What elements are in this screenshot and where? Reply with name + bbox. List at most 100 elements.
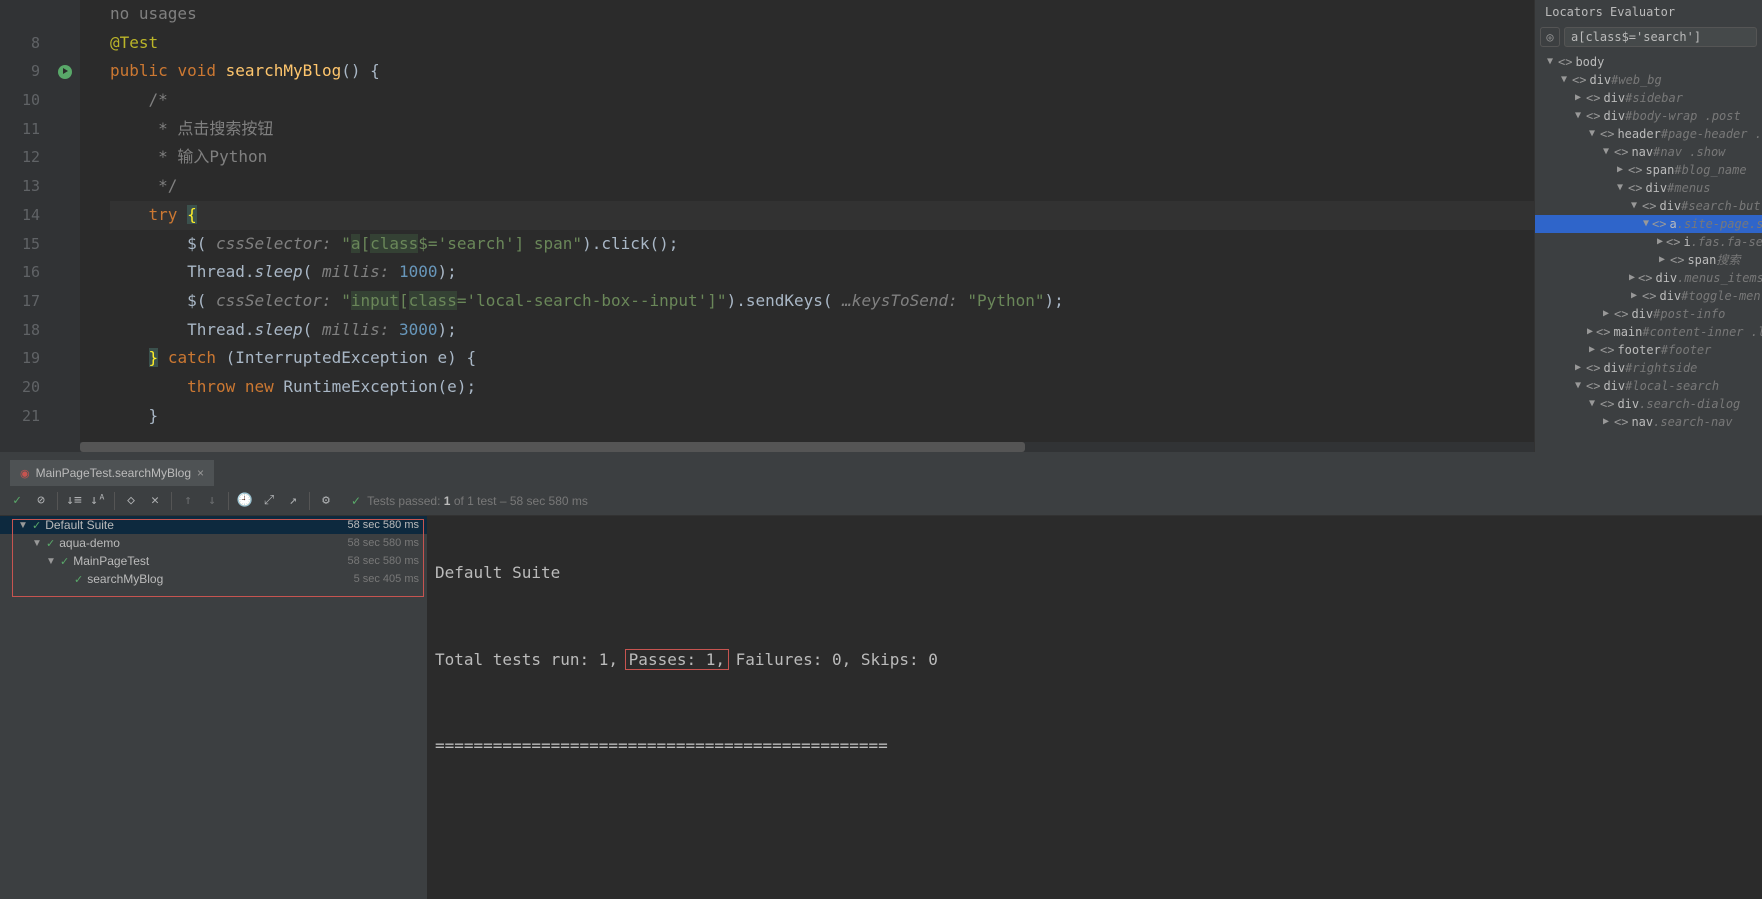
tag-icon: <> [1652, 215, 1666, 233]
tree-row[interactable]: ▼<>div #local-search [1535, 377, 1762, 395]
tag-selector: #page-header . [1661, 125, 1762, 143]
tag-name: div [1603, 359, 1625, 377]
prev-icon[interactable]: ↑ [177, 490, 199, 512]
str: " [572, 234, 582, 253]
test-time: 58 sec 580 ms [347, 555, 419, 567]
tree-row[interactable]: ▶<>nav .search-nav [1535, 413, 1762, 431]
tree-row[interactable]: ▼<>a .site-page.so [1535, 215, 1762, 233]
test-tree-row[interactable]: ✓searchMyBlog5 sec 405 ms [0, 570, 427, 588]
tree-row[interactable]: ▶<>div #post-info [1535, 305, 1762, 323]
locator-search-input[interactable] [1564, 27, 1757, 47]
test-tree-row[interactable]: ▼✓MainPageTest58 sec 580 ms [0, 552, 427, 570]
settings-icon[interactable]: ⚙ [315, 490, 337, 512]
collapse-icon[interactable]: ✕ [144, 490, 166, 512]
chevron-down-icon: ▼ [18, 520, 28, 531]
tree-row[interactable]: ▼<>div #menus [1535, 179, 1762, 197]
tree-row[interactable]: ▼<>div .search-dialog [1535, 395, 1762, 413]
param-hint: cssSelector: [216, 234, 332, 253]
run-tab[interactable]: ◉ MainPageTest.searchMyBlog × [10, 460, 214, 486]
code: ).sendKeys( [727, 291, 833, 310]
test-tree-row[interactable]: ▼✓aqua-demo58 sec 580 ms [0, 534, 427, 552]
tag-selector: #toggle-men [1681, 287, 1760, 305]
str: "Python" [967, 291, 1044, 310]
locator-target-icon[interactable]: ◎ [1540, 27, 1560, 47]
tree-row[interactable]: ▶<>div #sidebar [1535, 89, 1762, 107]
test-time: 58 sec 580 ms [347, 537, 419, 549]
history-icon[interactable]: 🕘 [234, 490, 256, 512]
tag-name: div [1631, 305, 1653, 323]
run-tab-bar: ◉ MainPageTest.searchMyBlog × [0, 456, 1762, 486]
tag-name: span [1645, 161, 1674, 179]
tag-icon: <> [1628, 179, 1642, 197]
horizontal-scrollbar[interactable] [80, 442, 1534, 452]
locators-tree[interactable]: ▼<>body ▼<>div #web_bg▶<>div #sidebar▼<>… [1535, 50, 1762, 452]
tag-icon: <> [1600, 341, 1614, 359]
tag-icon: <> [1614, 305, 1628, 323]
check-icon: ✓ [351, 494, 361, 508]
tag-selector: #nav .show [1653, 143, 1725, 161]
code-area[interactable]: no usages @Test public void searchMyBlog… [80, 0, 1534, 452]
kw-throw: throw [187, 377, 235, 396]
line-number: 12 [0, 143, 40, 172]
code: sleep [255, 320, 303, 339]
tree-row[interactable]: ▶<>div #toggle-men [1535, 287, 1762, 305]
chevron-icon: ▶ [1573, 359, 1583, 377]
check-icon: ✓ [32, 519, 41, 532]
close-icon[interactable]: × [197, 466, 204, 480]
tag-name: a [1669, 215, 1676, 233]
tree-row[interactable]: ▼<>div #body-wrap .post [1535, 107, 1762, 125]
tag-name: nav [1631, 143, 1653, 161]
comment: /* [149, 90, 168, 109]
tree-row[interactable]: ▼<>div #web_bg [1535, 71, 1762, 89]
line-number: 17 [0, 287, 40, 316]
kw-void: void [177, 61, 216, 80]
status-suffix: of 1 test – 58 sec 580 ms [454, 494, 588, 508]
chevron-icon: ▼ [1601, 143, 1611, 161]
tag-selector: .menus_items [1677, 269, 1762, 287]
tree-row[interactable]: ▼<>nav #nav .show [1535, 143, 1762, 161]
sort-icon[interactable]: ↓≡ [63, 490, 85, 512]
tree-row[interactable]: ▶<>span 搜索 [1535, 251, 1762, 269]
tree-row[interactable]: ▼<>body [1535, 53, 1762, 71]
code: RuntimeException(e); [283, 377, 476, 396]
import-icon[interactable]: ⤢ [258, 490, 280, 512]
tree-row[interactable]: ▶<>footer #footer [1535, 341, 1762, 359]
show-passed-icon[interactable]: ✓ [6, 490, 28, 512]
test-label: searchMyBlog [87, 572, 163, 586]
expand-icon[interactable]: ◇ [120, 490, 142, 512]
str: " [341, 291, 351, 310]
tag-icon: <> [1596, 323, 1610, 341]
tree-row[interactable]: ▶<>span #blog_name [1535, 161, 1762, 179]
tree-row[interactable]: ▶<>div .menus_items [1535, 269, 1762, 287]
run-panel: ◉ MainPageTest.searchMyBlog × ✓ ⊘ ↓≡ ↓ᴬ … [0, 452, 1762, 899]
tag-icon: <> [1670, 251, 1684, 269]
test-tree[interactable]: ▼✓Default Suite58 sec 580 ms▼✓aqua-demo5… [0, 516, 427, 899]
str: " [717, 291, 727, 310]
tree-row[interactable]: ▶<>main #content-inner .lay [1535, 323, 1762, 341]
test-tree-row[interactable]: ▼✓Default Suite58 sec 580 ms [0, 516, 427, 534]
status-count: 1 [444, 494, 451, 508]
export-icon[interactable]: ↗ [282, 490, 304, 512]
line-gutter: 89101112131415161718192021 [0, 0, 50, 452]
next-icon[interactable]: ↓ [201, 490, 223, 512]
str: $='search'] span [418, 234, 572, 253]
str: class [370, 234, 418, 253]
chevron-icon: ▼ [1573, 377, 1583, 395]
tree-row[interactable]: ▼<>div #search-but [1535, 197, 1762, 215]
editor-pane[interactable]: 89101112131415161718192021 no usages @Te… [0, 0, 1534, 452]
console-output[interactable]: Default Suite Total tests run: 1, Passes… [427, 516, 1762, 899]
tree-row[interactable]: ▼<>header #page-header . [1535, 125, 1762, 143]
usages-hint: no usages [110, 4, 197, 23]
run-test-icon[interactable] [58, 65, 72, 79]
code: sleep [255, 262, 303, 281]
show-ignored-icon[interactable]: ⊘ [30, 490, 52, 512]
comment: * 输入Python [149, 147, 268, 166]
tag-name: div [1645, 179, 1667, 197]
tag-selector: #blog_name [1674, 161, 1746, 179]
tag-selector: #sidebar [1625, 89, 1683, 107]
tree-row[interactable]: ▶<>i .fas.fa-se [1535, 233, 1762, 251]
sort-alpha-icon[interactable]: ↓ᴬ [87, 490, 109, 512]
tree-row[interactable]: ▶<>div #rightside [1535, 359, 1762, 377]
line-number: 14 [0, 201, 40, 230]
chevron-down-icon: ▼ [46, 556, 56, 567]
